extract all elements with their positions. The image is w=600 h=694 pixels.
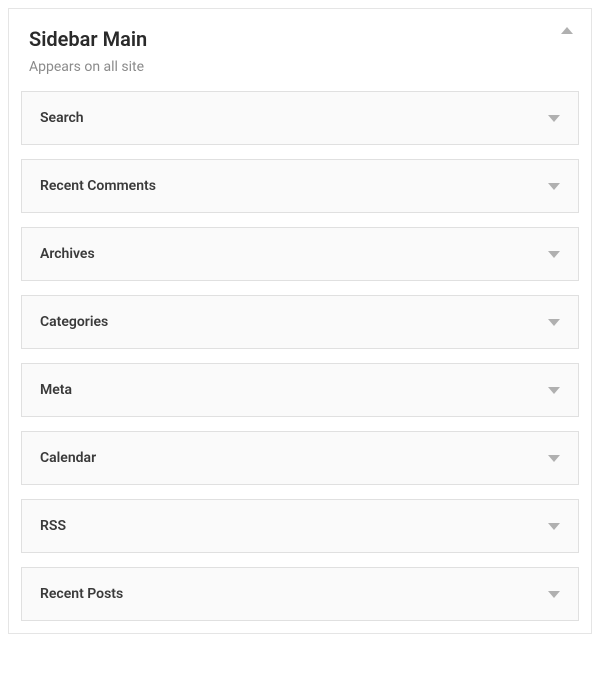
widget-title: Archives (40, 246, 95, 262)
widget-title: Categories (40, 314, 108, 330)
widget-title: Calendar (40, 450, 96, 466)
widget-item-rss[interactable]: RSS (21, 499, 579, 553)
widget-title: Recent Comments (40, 178, 156, 194)
widget-title: Recent Posts (40, 586, 123, 602)
chevron-down-icon (548, 523, 560, 530)
chevron-down-icon (548, 183, 560, 190)
chevron-down-icon (548, 387, 560, 394)
chevron-down-icon (548, 115, 560, 122)
widget-item-categories[interactable]: Categories (21, 295, 579, 349)
widget-title: RSS (40, 518, 66, 534)
area-title: Sidebar Main (29, 27, 571, 51)
area-description: Appears on all site (29, 59, 571, 75)
widget-item-archives[interactable]: Archives (21, 227, 579, 281)
collapse-up-icon[interactable] (561, 27, 573, 34)
chevron-down-icon (548, 251, 560, 258)
widget-item-meta[interactable]: Meta (21, 363, 579, 417)
area-header: Sidebar Main Appears on all site (9, 9, 591, 79)
widget-title: Meta (40, 382, 72, 398)
chevron-down-icon (548, 591, 560, 598)
chevron-down-icon (548, 319, 560, 326)
widget-item-search[interactable]: Search (21, 91, 579, 145)
widget-title: Search (40, 110, 84, 126)
chevron-down-icon (548, 455, 560, 462)
widget-item-recent-posts[interactable]: Recent Posts (21, 567, 579, 621)
widget-item-recent-comments[interactable]: Recent Comments (21, 159, 579, 213)
widget-item-calendar[interactable]: Calendar (21, 431, 579, 485)
widget-area: Sidebar Main Appears on all site Search … (8, 8, 592, 634)
widget-list: Search Recent Comments Archives Categori… (9, 79, 591, 633)
